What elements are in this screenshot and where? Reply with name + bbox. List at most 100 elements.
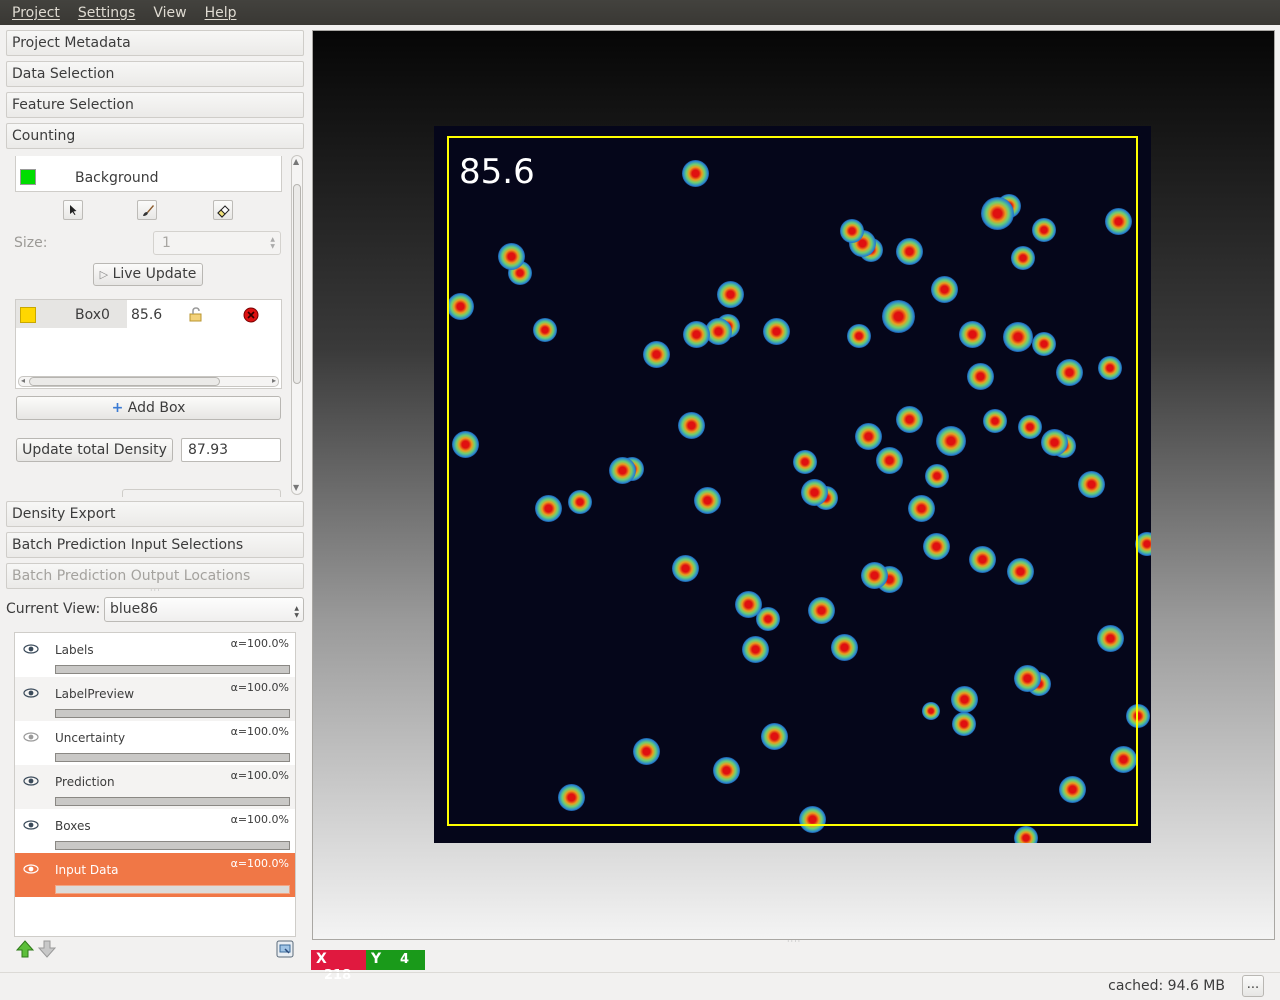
layer-alpha: α=100.0% [230, 681, 289, 694]
current-view-combo[interactable]: blue86 ▲ ▼ [104, 597, 304, 622]
size-label: Size: [14, 235, 48, 251]
y-coordinate: Y 4 [366, 950, 425, 970]
spin-arrows-icon: ▲ ▼ [270, 236, 275, 250]
scroll-down-icon[interactable]: ▼ [293, 484, 299, 492]
applet-feature-selection[interactable]: Feature Selection [6, 92, 304, 118]
delete-icon[interactable] [243, 307, 259, 323]
label-name[interactable]: Background [75, 170, 159, 186]
menu-help[interactable]: Help [199, 5, 243, 21]
cache-status: cached: 94.6 MB [1108, 978, 1225, 994]
eraser-icon [217, 205, 230, 218]
splitter-handle[interactable]: ··· [150, 586, 161, 595]
opacity-bar[interactable] [55, 885, 290, 894]
image-canvas[interactable]: 85.6 [434, 126, 1151, 843]
layer-row[interactable]: LabelPreview α=100.0% [15, 677, 295, 721]
clipped-combo [122, 489, 281, 497]
more-button[interactable]: ... [1242, 975, 1264, 997]
eye-icon[interactable] [23, 687, 39, 699]
counting-panel: Background Size: 1 ▲ ▼ ▷ Live Update Box0 [6, 153, 304, 497]
eye-icon[interactable] [23, 819, 39, 831]
layer-name: Boxes [55, 819, 91, 833]
layer-alpha: α=100.0% [230, 637, 289, 650]
layer-name: Uncertainty [55, 731, 126, 745]
scroll-right-icon[interactable]: ▸ [272, 377, 276, 385]
menu-settings[interactable]: Settings [72, 5, 141, 21]
applet-counting[interactable]: Counting [6, 123, 304, 149]
applet-density-export[interactable]: Density Export [6, 501, 304, 527]
scroll-up-icon[interactable]: ▲ [293, 158, 299, 166]
menu-project[interactable]: Project [6, 5, 66, 21]
box-name: Box0 [75, 307, 110, 323]
x-label: X [316, 951, 327, 967]
layer-name: Input Data [55, 863, 119, 877]
applet-data-selection[interactable]: Data Selection [6, 61, 304, 87]
layer-row[interactable]: Prediction α=100.0% [15, 765, 295, 809]
box-table-hscrollbar[interactable]: ◂ ▸ [18, 376, 279, 387]
layer-alpha: α=100.0% [230, 813, 289, 826]
eraser-tool-button[interactable] [213, 200, 233, 220]
box-table: Box0 85.6 ◂ ▸ [15, 299, 282, 389]
live-update-button[interactable]: ▷ Live Update [93, 263, 203, 286]
layer-name: Prediction [55, 775, 115, 789]
opacity-bar[interactable] [55, 841, 290, 850]
y-value: 4 [400, 952, 410, 967]
layer-alpha: α=100.0% [230, 769, 289, 782]
layer-row[interactable]: Boxes α=100.0% [15, 809, 295, 853]
cursor-icon [70, 205, 77, 215]
eye-icon[interactable] [23, 775, 39, 787]
scroll-left-icon[interactable]: ◂ [21, 377, 25, 385]
plus-icon: + [111, 400, 124, 416]
size-value: 1 [162, 235, 171, 251]
table-row[interactable]: Box0 85.6 [16, 300, 281, 328]
roi-density-label: 85.6 [459, 152, 535, 192]
current-view-value: blue86 [110, 601, 159, 617]
layer-name: LabelPreview [55, 687, 135, 701]
layer-alpha: α=100.0% [230, 857, 289, 870]
box-value: 85.6 [131, 307, 163, 323]
status-bar: cached: 94.6 MB ... [0, 972, 1280, 1000]
menu-view[interactable]: View [147, 5, 192, 21]
box-color-swatch[interactable] [20, 307, 36, 323]
move-layer-down-icon[interactable] [38, 940, 56, 958]
layer-row[interactable]: Uncertainty α=100.0% [15, 721, 295, 765]
scroll-thumb[interactable] [293, 184, 301, 384]
total-density-field[interactable]: 87.93 [181, 438, 281, 462]
export-layer-icon[interactable] [276, 940, 294, 958]
current-view-label: Current View: [6, 601, 101, 617]
eye-icon[interactable] [23, 863, 39, 875]
brush-tool-button[interactable] [137, 200, 157, 220]
size-spinbox[interactable]: 1 ▲ ▼ [153, 231, 281, 255]
layer-name: Labels [55, 643, 94, 657]
menubar: Project Settings View Help [0, 0, 1280, 25]
label-color-swatch[interactable] [20, 169, 36, 185]
hscroll-thumb[interactable] [29, 377, 220, 386]
applet-drawer: Project Metadata Data Selection Feature … [0, 25, 308, 1000]
layer-row-selected[interactable]: Input Data α=100.0% [15, 853, 295, 897]
lock-icon[interactable] [188, 307, 204, 323]
move-layer-up-icon[interactable] [16, 940, 34, 958]
label-list-clipped-row [16, 156, 281, 160]
counting-scrollbar[interactable]: ▲ ▼ [291, 155, 303, 495]
add-box-button[interactable]: + Add Box [16, 396, 281, 420]
roi-box[interactable] [447, 136, 1138, 826]
eye-closed-icon[interactable] [23, 731, 39, 743]
combo-arrows-icon: ▲ ▼ [294, 605, 299, 619]
live-update-label: Live Update [112, 266, 197, 282]
applet-batch-input[interactable]: Batch Prediction Input Selections [6, 532, 304, 558]
opacity-bar[interactable] [55, 709, 290, 718]
x-coordinate: X 218 [311, 950, 366, 983]
image-viewer[interactable]: 85.6 [312, 30, 1275, 940]
brush-icon [143, 205, 154, 216]
label-list: Background [15, 156, 282, 192]
applet-project-metadata[interactable]: Project Metadata [6, 30, 304, 56]
layer-row[interactable]: Labels α=100.0% [15, 633, 295, 677]
opacity-bar[interactable] [55, 797, 290, 806]
cell-blob [1014, 826, 1038, 843]
opacity-bar[interactable] [55, 665, 290, 674]
arrow-tool-button[interactable] [63, 200, 83, 220]
opacity-bar[interactable] [55, 753, 290, 762]
eye-icon[interactable] [23, 643, 39, 655]
box-name-cell: Box0 [16, 300, 127, 328]
update-total-density-button[interactable]: Update total Density [16, 438, 173, 462]
y-label: Y [371, 951, 382, 967]
